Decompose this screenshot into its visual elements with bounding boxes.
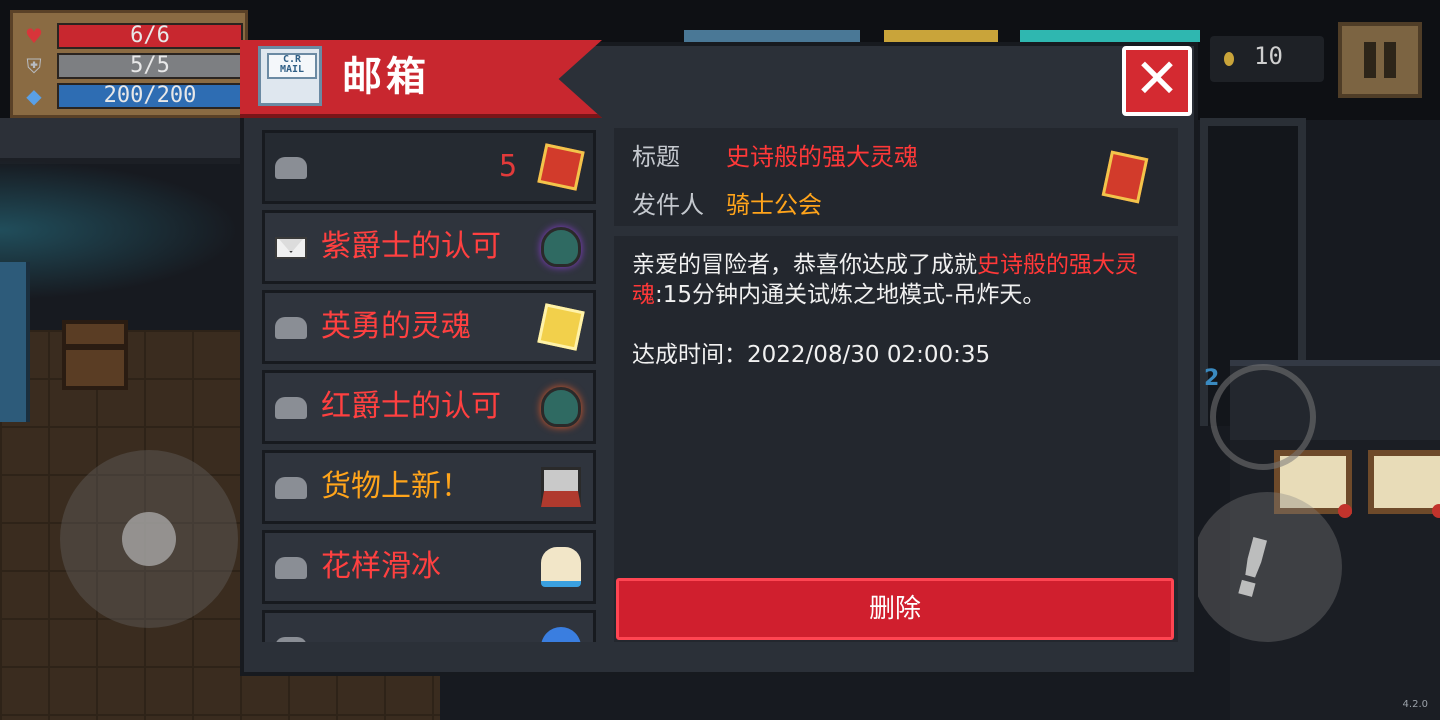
mail-title: 货物上新！ xyxy=(321,469,471,504)
joystick-knob[interactable] xyxy=(122,512,176,566)
read-envelope-icon xyxy=(275,477,307,499)
treasure-chest xyxy=(62,320,128,390)
figure-skate-icon xyxy=(541,547,581,587)
read-envelope-icon xyxy=(275,637,307,642)
wax-seal xyxy=(1338,504,1352,518)
mail-sender: 骑士公会 xyxy=(726,191,822,219)
close-button[interactable]: ✕ xyxy=(1122,46,1192,116)
purple-knight-helmet-icon xyxy=(541,227,581,267)
portal-glow xyxy=(0,160,240,300)
read-envelope-icon xyxy=(275,397,307,419)
coin-count: 10 xyxy=(1254,42,1283,70)
mail-item[interactable]: 5 xyxy=(262,130,596,204)
partial-item-icon xyxy=(541,627,581,642)
mailbox-title: 邮箱 xyxy=(342,54,430,100)
player-status-panel: ♥ 6/6 ⛨ 5/5 ◆ 200/200 xyxy=(10,10,248,118)
buff-bar xyxy=(1020,30,1200,42)
mail-title: 花样滑冰 xyxy=(321,549,441,584)
exclamation-icon: ! xyxy=(1222,518,1282,619)
mail-item[interactable]: 花样滑冰 xyxy=(262,530,596,604)
pause-button[interactable] xyxy=(1338,22,1422,98)
health-bar: 6/6 xyxy=(57,23,243,49)
time-label: 达成时间： xyxy=(632,342,747,368)
armor-bar: 5/5 xyxy=(57,53,243,79)
merchant-cat-icon xyxy=(541,467,581,507)
armor-row: ⛨ 5/5 xyxy=(21,53,243,79)
time-value: 2022/08/30 02:00:35 xyxy=(747,342,991,368)
mail-title: 紫爵士的认可 xyxy=(321,229,501,264)
health-row: ♥ 6/6 xyxy=(21,23,243,49)
mail-envelope-icon: C.R MAIL xyxy=(258,46,322,106)
mail-item[interactable]: 货物上新！ xyxy=(262,450,596,524)
wall xyxy=(0,118,240,164)
read-envelope-icon xyxy=(275,557,307,579)
delete-label: 删除 xyxy=(868,594,921,624)
mail-subject: 史诗般的强大灵魂 xyxy=(726,143,918,171)
heart-icon: ♥ xyxy=(25,24,43,48)
achievement-time: 达成时间：2022/08/30 02:00:35 xyxy=(632,340,1152,370)
gem-icon: ◆ xyxy=(26,84,42,108)
read-envelope-icon xyxy=(275,317,307,339)
health-text: 6/6 xyxy=(130,23,170,48)
body-suffix: :15分钟内通关试炼之地模式-吊炸天。 xyxy=(655,282,1046,308)
coin-icon xyxy=(1224,52,1234,66)
weapon-swap-button[interactable] xyxy=(1210,364,1316,470)
coin-counter: 10 xyxy=(1210,36,1324,82)
mail-item[interactable] xyxy=(262,610,596,642)
shield-icon: ⛨ xyxy=(26,54,42,78)
weapon-count: 2 xyxy=(1204,366,1220,391)
close-icon: ✕ xyxy=(1134,47,1180,110)
mail-list[interactable]: 5 紫爵士的认可 英勇的灵魂 红爵士的认可 货物上新！ 花样滑冰 xyxy=(260,126,600,642)
mail-title: 红爵士的认可 xyxy=(321,389,501,424)
buff-bar xyxy=(884,30,998,42)
mail-body: 亲爱的冒险者，恭喜你达成了成就史诗般的强大灵魂:15分钟内通关试炼之地模式-吊炸… xyxy=(632,250,1152,310)
red-knight-helmet-icon xyxy=(541,387,581,427)
brave-soul-book-icon xyxy=(537,303,585,351)
epic-soul-book-icon xyxy=(537,143,585,191)
armor-text: 5/5 xyxy=(130,53,170,78)
wall-scroll xyxy=(1368,450,1440,518)
energy-bar: 200/200 xyxy=(57,83,243,109)
vending-machine xyxy=(0,262,30,422)
mail-item[interactable]: 红爵士的认可 xyxy=(262,370,596,444)
sender-label: 发件人 xyxy=(632,191,704,219)
mail-item[interactable]: 紫爵士的认可 xyxy=(262,210,596,284)
mail-count: 5 xyxy=(498,149,517,184)
subject-label: 标题 xyxy=(632,143,680,171)
wax-seal xyxy=(1432,504,1440,518)
mail-title: 英勇的灵魂 xyxy=(321,309,471,344)
read-envelope-icon xyxy=(275,157,307,179)
energy-text: 200/200 xyxy=(103,83,197,108)
mail-icon-label: C.R MAIL xyxy=(267,53,317,79)
boss-bar xyxy=(684,30,860,42)
body-prefix: 亲爱的冒险者，恭喜你达成了成就 xyxy=(632,252,977,278)
energy-row: ◆ 200/200 xyxy=(21,83,243,109)
skill-button[interactable]: ! xyxy=(1192,492,1342,642)
delete-button[interactable]: 删除 xyxy=(616,578,1174,640)
mail-item[interactable]: 英勇的灵魂 xyxy=(262,290,596,364)
version-label: 4.2.0 xyxy=(1402,699,1428,710)
unread-envelope-icon xyxy=(275,237,307,259)
